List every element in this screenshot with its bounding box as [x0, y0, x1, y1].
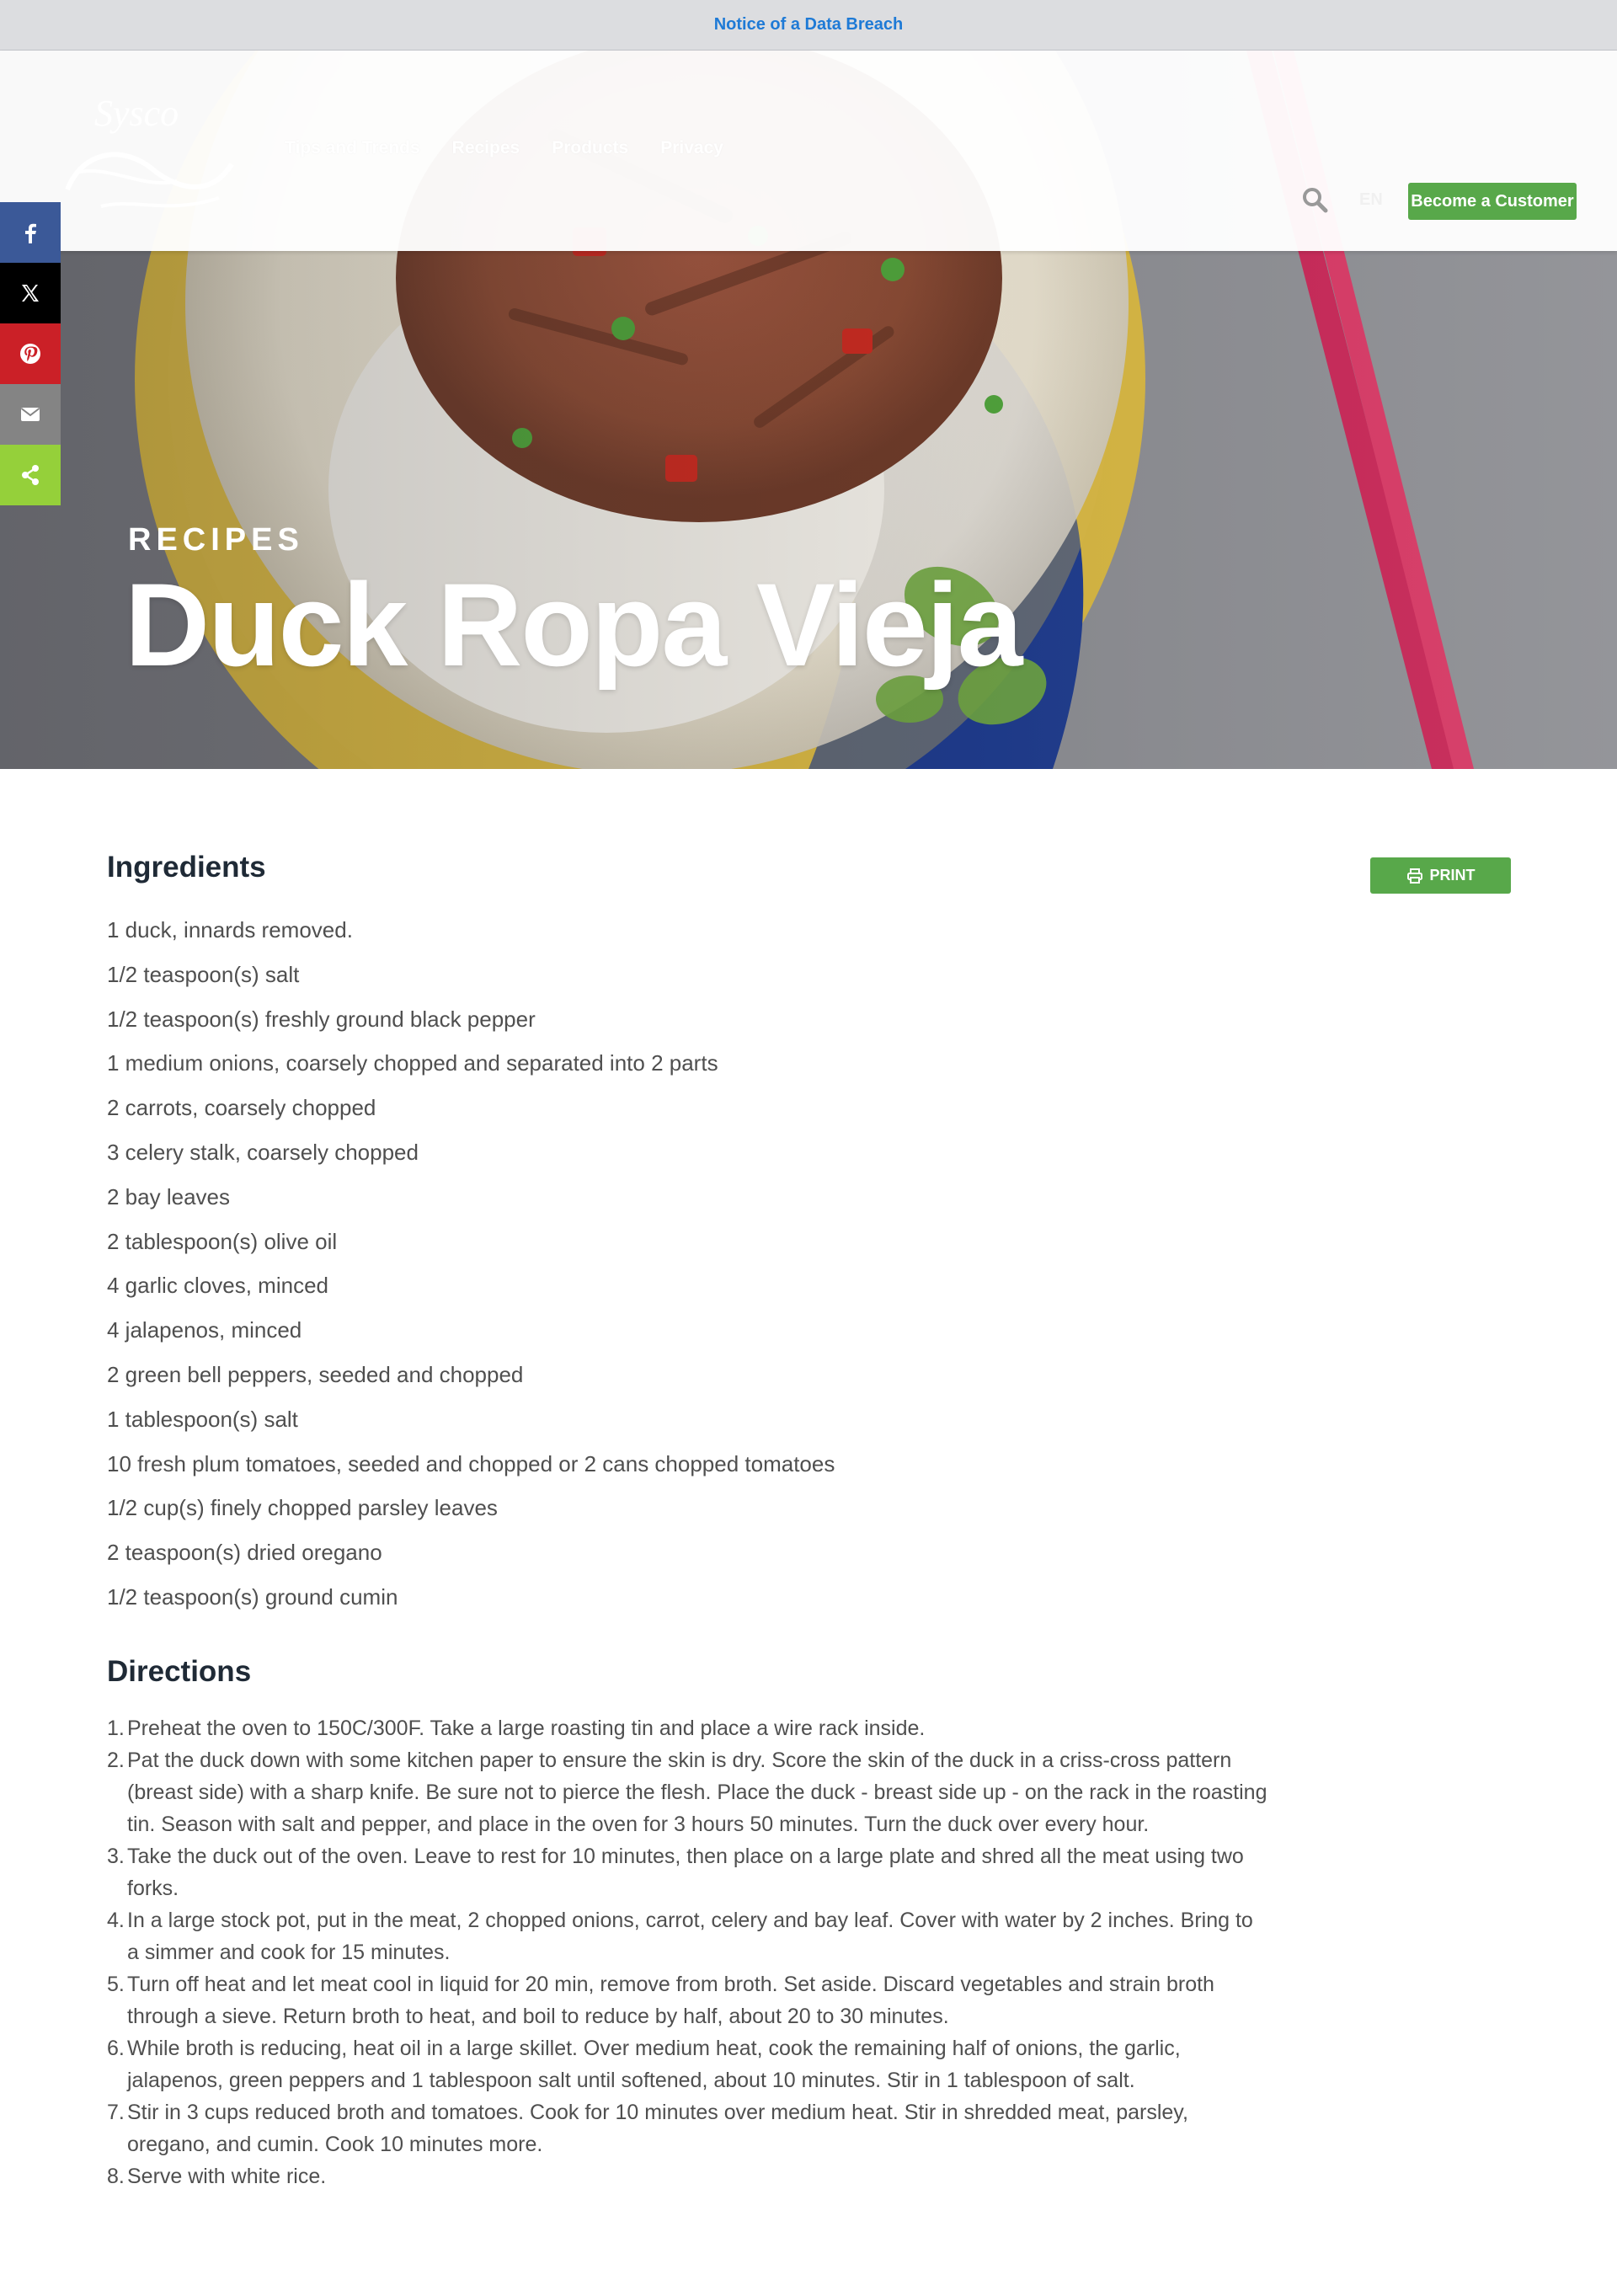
step-text: Turn off heat and let meat cool in liqui… [127, 1972, 1214, 2028]
nav-recipes[interactable]: Recipes [452, 138, 520, 158]
step-text: Preheat the oven to 150C/300F. Take a la… [127, 1716, 926, 1740]
pinterest-share-button[interactable] [0, 323, 61, 384]
notice-bar: Notice of a Data Breach [0, 0, 1617, 51]
share-icon [22, 465, 39, 485]
step-text: In a large stock pot, put in the meat, 2… [127, 1908, 1253, 1964]
sysco-logo[interactable]: Sysco [51, 88, 244, 223]
ingredient-item: 10 fresh plum tomatoes, seeded and chopp… [107, 1450, 835, 1476]
direction-step: 5. Turn off heat and let meat cool in liq… [107, 1968, 1269, 2032]
ingredient-item: 2 carrots, coarsely chopped [107, 1095, 376, 1121]
more-share-button[interactable] [0, 445, 61, 505]
direction-step: 7. Stir in 3 cups reduced broth and tomat… [107, 2096, 1269, 2160]
ingredient-item: 1 medium onions, coarsely chopped and se… [107, 1050, 718, 1076]
facebook-share-button[interactable] [0, 202, 61, 263]
nav-products[interactable]: Products [552, 138, 628, 158]
svg-text:Sysco: Sysco [94, 93, 179, 134]
facebook-icon [25, 223, 36, 243]
direction-step: 6. While broth is reducing, heat oil in a… [107, 2032, 1269, 2096]
email-share-button[interactable] [0, 384, 61, 445]
ingredient-item: 4 jalapenos, minced [107, 1317, 302, 1343]
ingredients-list: 1 duck, innards removed. 1/2 teaspoon(s)… [107, 908, 1522, 1620]
ingredient-item: 1/2 cup(s) finely chopped parsley leaves [107, 1495, 498, 1521]
step-number: 3. [107, 1844, 125, 1868]
step-number: 4. [107, 1908, 125, 1932]
step-number: 5. [107, 1972, 125, 1996]
ingredient-item: 1/2 teaspoon(s) freshly ground black pep… [107, 1006, 536, 1032]
main-nav: Tips and Trends Recipes Products Privacy [285, 138, 723, 158]
recipe-content: Ingredients 1 duck, innards removed. 1/2… [107, 851, 1522, 2192]
x-share-button[interactable] [0, 263, 61, 323]
ingredient-item: 1 duck, innards removed. [107, 917, 353, 942]
step-text: Pat the duck down with some kitchen pape… [127, 1748, 1267, 1836]
x-twitter-icon [22, 285, 39, 302]
ingredient-item: 1/2 teaspoon(s) ground cumin [107, 1583, 398, 1610]
nav-tips-and-trends[interactable]: Tips and Trends [285, 138, 420, 158]
direction-step: 4. In a large stock pot, put in the meat,… [107, 1904, 1269, 1968]
step-text: While broth is reducing, heat oil in a l… [127, 2036, 1181, 2092]
direction-step: 3. Take the duck out of the oven. Leave t… [107, 1840, 1269, 1904]
become-a-customer-button[interactable]: Become a Customer [1408, 183, 1577, 220]
page-title: Duck Ropa Vieja [125, 558, 1023, 691]
ingredient-item: 2 teaspoon(s) dried oregano [107, 1540, 382, 1566]
ingredients-heading: Ingredients [107, 851, 266, 884]
step-number: 2. [107, 1748, 125, 1772]
direction-step: 2. Pat the duck down with some kitchen pa… [107, 1744, 1269, 1840]
ingredient-item: 2 green bell peppers, seeded and chopped [107, 1361, 524, 1387]
step-text: Take the duck out of the oven. Leave to … [127, 1844, 1244, 1900]
site-header: Sysco Tips and Trends Recipes Products P… [0, 51, 1617, 251]
nav-privacy[interactable]: Privacy [660, 138, 723, 158]
ingredient-item: 2 bay leaves [107, 1183, 230, 1209]
data-breach-notice-link[interactable]: Notice of a Data Breach [714, 15, 904, 35]
pinterest-icon [20, 344, 40, 364]
hero-eyebrow: RECIPES [128, 522, 304, 558]
ingredient-item: 4 garlic cloves, minced [107, 1273, 328, 1299]
directions-list: 1. Preheat the oven to 150C/300F. Take a … [107, 1712, 1269, 2192]
ingredient-item: 3 celery stalk, coarsely chopped [107, 1139, 419, 1165]
direction-step: 8. Serve with white rice. [107, 2160, 1269, 2192]
step-number: 7. [107, 2100, 125, 2124]
direction-step: 1. Preheat the oven to 150C/300F. Take a … [107, 1712, 1269, 1744]
directions-heading: Directions [107, 1654, 252, 1688]
ingredient-item: 1 tablespoon(s) salt [107, 1406, 298, 1432]
step-number: 6. [107, 2036, 125, 2060]
search-icon[interactable] [1300, 185, 1329, 214]
ingredient-item: 1/2 teaspoon(s) salt [107, 961, 300, 987]
ingredient-item: 2 tablespoon(s) olive oil [107, 1228, 338, 1254]
step-number: 8. [107, 2164, 125, 2188]
step-text: Stir in 3 cups reduced broth and tomatoe… [127, 2100, 1188, 2156]
social-share-bar [0, 202, 61, 505]
email-icon [20, 408, 40, 421]
step-number: 1. [107, 1716, 125, 1740]
step-text: Serve with white rice. [127, 2164, 327, 2188]
language-selector[interactable]: EN [1359, 190, 1383, 210]
